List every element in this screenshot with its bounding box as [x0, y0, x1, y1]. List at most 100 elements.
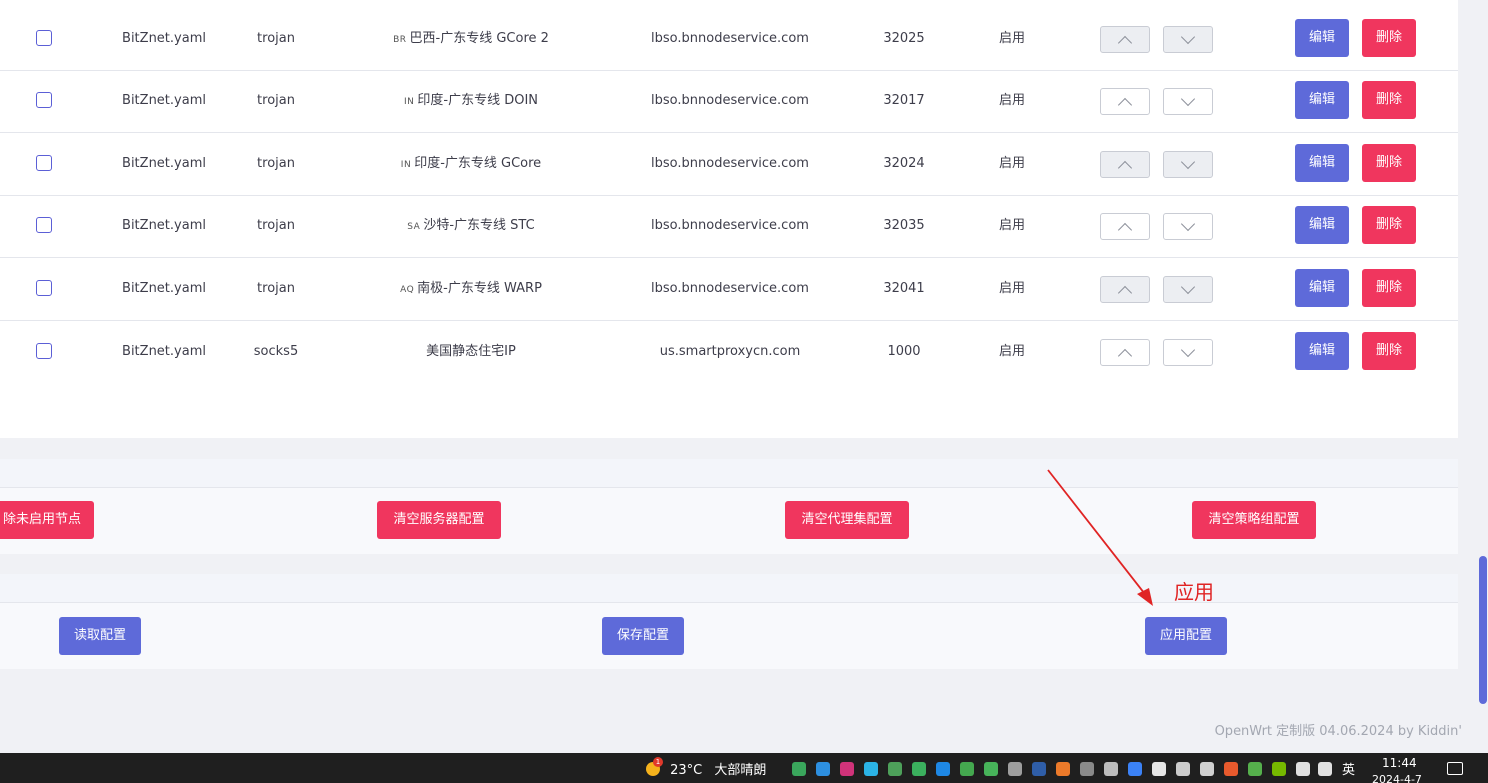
row-checkbox[interactable]	[36, 30, 52, 46]
circle-app-icon[interactable]	[1080, 762, 1094, 776]
wechat-icon[interactable]	[984, 762, 998, 776]
input-language[interactable]: 英	[1342, 759, 1355, 778]
row-checkbox[interactable]	[36, 343, 52, 359]
config-file-cell: BitZnet.yaml	[104, 133, 224, 195]
delete-button[interactable]: 删除	[1362, 269, 1416, 307]
move-down-button[interactable]	[1163, 339, 1213, 366]
port-text: 32035	[883, 218, 925, 233]
port-text: 32017	[883, 93, 925, 108]
status-cell: 启用	[972, 258, 1052, 320]
scrollbar-thumb[interactable]	[1479, 556, 1487, 704]
node-name-cell: 美国静态住宅IP	[340, 321, 602, 383]
arrow-app-icon[interactable]	[816, 762, 830, 776]
grid-app-icon[interactable]	[960, 762, 974, 776]
proxy-type-cell: socks5	[236, 321, 316, 383]
bluetooth-icon[interactable]	[1128, 762, 1142, 776]
node-name-text: 印度-广东专线 DOIN	[417, 93, 538, 108]
notification-center-icon[interactable]	[1447, 762, 1463, 775]
headset-icon[interactable]	[1248, 762, 1262, 776]
shield-check-icon[interactable]	[864, 762, 878, 776]
server-address-cell: us.smartproxycn.com	[620, 321, 840, 383]
cat-icon[interactable]	[1032, 762, 1046, 776]
clear-groups-button[interactable]: 清空策略组配置	[1192, 501, 1316, 539]
edit-button[interactable]: 编辑	[1295, 144, 1349, 182]
node-name-text: 巴西-广东专线 GCore 2	[409, 31, 549, 46]
edit-button[interactable]: 编辑	[1295, 206, 1349, 244]
wechat-work-icon[interactable]	[912, 762, 926, 776]
nvidia-icon[interactable]	[1272, 762, 1286, 776]
move-down-button[interactable]	[1163, 26, 1213, 53]
server-address-cell: lbso.bnnodeservice.com	[620, 133, 840, 195]
server-address-cell: lbso.bnnodeservice.com	[620, 258, 840, 320]
delete-button[interactable]: 删除	[1362, 206, 1416, 244]
clock-time[interactable]: 11:44	[1382, 756, 1417, 770]
network-icon[interactable]	[1318, 762, 1332, 776]
image-app-icon[interactable]	[888, 762, 902, 776]
edit-button[interactable]: 编辑	[1295, 81, 1349, 119]
delete-button[interactable]: 删除	[1362, 144, 1416, 182]
delete-button[interactable]: 删除	[1362, 332, 1416, 370]
row-checkbox[interactable]	[36, 155, 52, 171]
move-down-button[interactable]	[1163, 151, 1213, 178]
proxy-type-text: trojan	[257, 218, 295, 233]
row-checkbox[interactable]	[36, 217, 52, 233]
red-app-icon[interactable]	[1224, 762, 1238, 776]
proxy-type-text: socks5	[253, 344, 299, 359]
edit-button[interactable]: 编辑	[1295, 19, 1349, 57]
clock-date[interactable]: 2024-4-7	[1372, 773, 1422, 783]
country-flag: IN	[400, 160, 412, 170]
port-cell: 32017	[864, 70, 944, 132]
clear-servers-button[interactable]: 清空服务器配置	[377, 501, 501, 539]
chevron-down-icon	[1180, 29, 1196, 45]
status-cell: 启用	[972, 195, 1052, 257]
onedrive-icon[interactable]	[1296, 762, 1310, 776]
node-name-text: 沙特-广东专线 STC	[423, 218, 535, 233]
config-file-cell: BitZnet.yaml	[104, 8, 224, 70]
move-up-button[interactable]	[1100, 276, 1150, 303]
move-up-button[interactable]	[1100, 151, 1150, 178]
delete-disabled-nodes-button[interactable]: 除未启用节点	[0, 501, 94, 539]
move-up-button[interactable]	[1100, 339, 1150, 366]
node-table: BitZnet.yaml trojan BR 巴西-广东专线 GCore 2 lbso.…	[0, 0, 1458, 438]
port-cell: 32025	[864, 8, 944, 70]
panel-header	[0, 574, 1458, 603]
node-name-cell: IN 印度-广东专线 GCore	[340, 133, 602, 195]
tool-icon[interactable]	[1176, 762, 1190, 776]
row-checkbox[interactable]	[36, 92, 52, 108]
save-config-button[interactable]: 保存配置	[602, 617, 684, 655]
delete-button[interactable]: 删除	[1362, 81, 1416, 119]
tb-icon[interactable]	[1152, 762, 1166, 776]
port-cell: 32041	[864, 258, 944, 320]
cloud-app-icon[interactable]	[936, 762, 950, 776]
chevron-up-icon	[1117, 160, 1133, 176]
edit-button[interactable]: 编辑	[1295, 269, 1349, 307]
delete-button[interactable]: 删除	[1362, 19, 1416, 57]
move-up-button[interactable]	[1100, 88, 1150, 115]
copy-icon[interactable]	[1104, 762, 1118, 776]
country-flag: BR	[393, 35, 407, 45]
orange-app-icon[interactable]	[1056, 762, 1070, 776]
upload-app-icon[interactable]	[840, 762, 854, 776]
weather-widget[interactable]: 1 23°C 大部晴朗	[642, 757, 766, 778]
read-config-button[interactable]: 读取配置	[59, 617, 141, 655]
move-down-button[interactable]	[1163, 88, 1213, 115]
proxy-type-cell: trojan	[236, 8, 316, 70]
status-text: 启用	[998, 281, 1025, 296]
row-checkbox[interactable]	[36, 280, 52, 296]
config-operations-panel: 读取配置 保存配置 应用配置	[0, 574, 1458, 669]
move-down-button[interactable]	[1163, 276, 1213, 303]
port-cell: 32035	[864, 195, 944, 257]
puzzle-icon[interactable]	[792, 762, 806, 776]
status-cell: 启用	[972, 133, 1052, 195]
proxy-type-cell: trojan	[236, 70, 316, 132]
move-down-button[interactable]	[1163, 213, 1213, 240]
apply-config-button[interactable]: 应用配置	[1145, 617, 1227, 655]
move-up-button[interactable]	[1100, 26, 1150, 53]
move-up-button[interactable]	[1100, 213, 1150, 240]
usb-icon[interactable]	[1008, 762, 1022, 776]
status-text: 启用	[998, 218, 1025, 233]
mic-icon[interactable]	[1200, 762, 1214, 776]
edit-button[interactable]: 编辑	[1295, 332, 1349, 370]
clear-proxy-providers-button[interactable]: 清空代理集配置	[785, 501, 909, 539]
sun-icon: 1	[642, 757, 663, 778]
